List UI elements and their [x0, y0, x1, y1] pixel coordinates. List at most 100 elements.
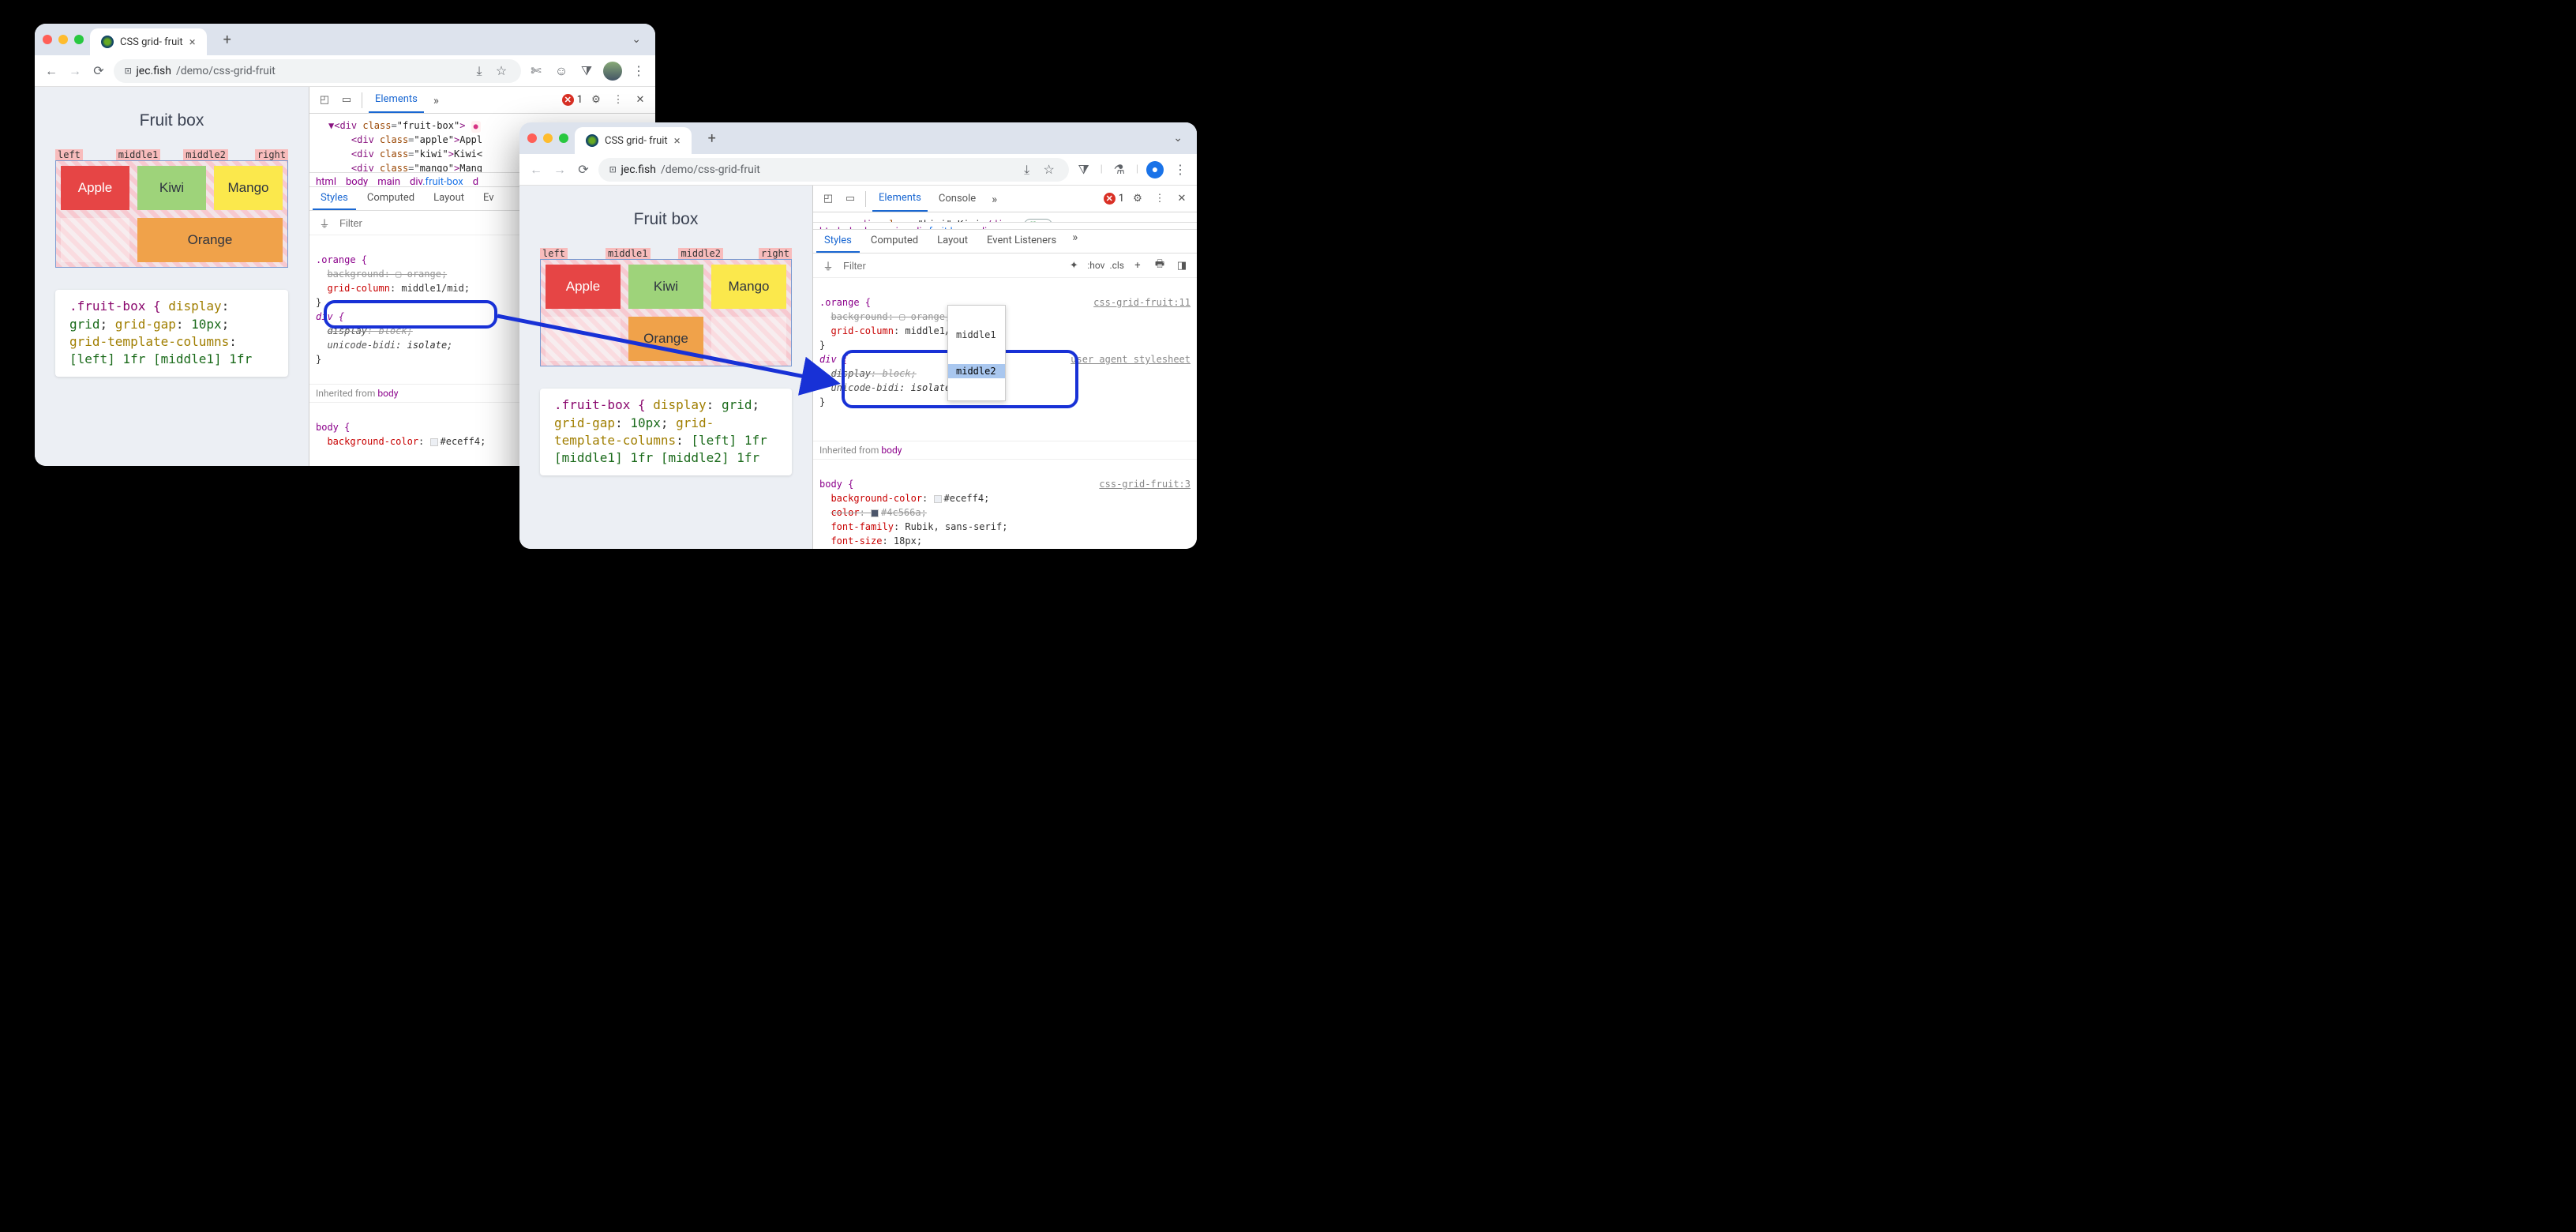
error-pill[interactable]: ✕ 1: [562, 94, 583, 106]
maximize-dot-icon[interactable]: [559, 133, 568, 143]
reload-icon[interactable]: ⟳: [90, 62, 107, 80]
cell-kiwi: Kiwi: [137, 166, 206, 210]
profile-avatar[interactable]: [603, 62, 622, 81]
labs-icon[interactable]: ⚗: [1111, 161, 1128, 178]
tabs-dropdown-icon[interactable]: ⌄: [625, 30, 647, 49]
tab-console[interactable]: Console: [932, 186, 982, 212]
extensions-icon[interactable]: ⧩: [578, 62, 595, 80]
browser-tab[interactable]: CSS grid- fruit ×: [575, 127, 692, 154]
funnel-icon[interactable]: ⏚: [819, 257, 837, 274]
new-tab-button[interactable]: +: [701, 127, 723, 149]
url-bar: ← → ⟳ ⊡ jec.fish/demo/css-grid-fruit ⤓ ☆…: [35, 55, 655, 87]
address-field[interactable]: ⊡ jec.fish/demo/css-grid-fruit ⤓ ☆: [114, 59, 521, 83]
titlebar: CSS grid- fruit × + ⌄: [519, 122, 1197, 154]
inspect-icon[interactable]: ◰: [316, 92, 333, 109]
close-dot-icon[interactable]: [43, 35, 52, 44]
scissors-icon[interactable]: ✄: [527, 62, 545, 80]
autocomplete-popup[interactable]: middle1 middle2: [947, 305, 1006, 401]
css-selector: .fruit-box {: [69, 299, 161, 314]
device-toggle-icon[interactable]: ▭: [842, 190, 859, 208]
back-icon[interactable]: ←: [43, 62, 60, 80]
hov-toggle[interactable]: :hov: [1087, 260, 1104, 271]
window-traffic-lights[interactable]: [43, 35, 84, 44]
tab-elements[interactable]: Elements: [369, 87, 424, 113]
window-traffic-lights[interactable]: [527, 133, 568, 143]
tabs-overflow-icon[interactable]: »: [429, 93, 444, 107]
maximize-dot-icon[interactable]: [74, 35, 84, 44]
url-path: /demo/css-grid-fruit: [661, 163, 760, 176]
ac-option[interactable]: middle1: [948, 328, 1005, 342]
url-host: jec.fish: [136, 65, 171, 77]
subtab-computed[interactable]: Computed: [359, 187, 422, 210]
grid-label-right: right: [255, 149, 288, 160]
install-app-icon[interactable]: ⤓: [471, 62, 488, 80]
subtab-styles[interactable]: Styles: [313, 187, 356, 210]
subtab-events[interactable]: Ev: [475, 187, 502, 210]
tabs-overflow-icon[interactable]: »: [987, 192, 1002, 206]
css-selector: .fruit-box {: [554, 397, 646, 412]
gear-icon[interactable]: ⚙: [587, 92, 605, 109]
styles-filter-row: ⏚ ✦ :hov .cls + 🖶 ◨: [813, 254, 1197, 278]
new-tab-button[interactable]: +: [216, 28, 238, 51]
error-count: 1: [577, 94, 583, 106]
page-heading: Fruit box: [55, 111, 288, 130]
panel-side-icon[interactable]: ◨: [1173, 257, 1191, 274]
forward-icon[interactable]: →: [551, 161, 568, 178]
url-host: jec.fish: [621, 163, 656, 176]
cls-toggle[interactable]: .cls: [1109, 260, 1124, 271]
tab-elements[interactable]: Elements: [872, 186, 928, 212]
gear-icon[interactable]: ⚙: [1129, 190, 1146, 208]
error-pill[interactable]: ✕ 1: [1104, 193, 1124, 205]
ai-sparkle-icon[interactable]: ✦: [1065, 257, 1082, 274]
extensions-icon[interactable]: ⧩: [1075, 161, 1093, 178]
subtab-layout[interactable]: Layout: [929, 230, 976, 253]
close-dot-icon[interactable]: [527, 133, 537, 143]
grid-label-middle1: middle1: [116, 149, 161, 160]
cell-kiwi: Kiwi: [628, 265, 703, 309]
close-devtools-icon[interactable]: ✕: [632, 92, 649, 109]
funnel-icon[interactable]: ⏚: [316, 214, 333, 231]
styles-filter-input[interactable]: [842, 259, 1060, 272]
kebab-menu-icon[interactable]: ⋮: [630, 62, 647, 80]
breadcrumb[interactable]: html body main div.fruit-box div.orange: [813, 222, 1197, 230]
subtab-computed[interactable]: Computed: [863, 230, 926, 253]
styles-pane-after[interactable]: .orange {css-grid-fruit:11 background: ▢…: [813, 278, 1197, 441]
bookmark-icon[interactable]: ☆: [493, 62, 510, 80]
bookmark-icon[interactable]: ☆: [1041, 161, 1058, 178]
kebab-icon[interactable]: ⋮: [609, 92, 627, 109]
install-app-icon[interactable]: ⤓: [1018, 161, 1036, 178]
reload-icon[interactable]: ⟳: [575, 161, 592, 178]
address-field[interactable]: ⊡ jec.fish/demo/css-grid-fruit ⤓ ☆: [598, 158, 1069, 182]
browser-tab[interactable]: CSS grid- fruit ×: [90, 28, 207, 55]
error-icon: ✕: [1104, 193, 1116, 205]
inspect-icon[interactable]: ◰: [819, 190, 837, 208]
kebab-menu-icon[interactable]: ⋮: [1172, 161, 1189, 178]
kebab-icon[interactable]: ⋮: [1151, 190, 1168, 208]
forward-icon[interactable]: →: [66, 62, 84, 80]
subtab-layout[interactable]: Layout: [426, 187, 472, 210]
subtab-events[interactable]: Event Listeners: [979, 230, 1064, 253]
styles-subtabs: Styles Computed Layout Event Listeners »: [813, 230, 1197, 254]
cell-blank: [546, 317, 621, 361]
robot-icon[interactable]: ☺: [553, 62, 570, 80]
tab-close-icon[interactable]: ×: [189, 35, 196, 49]
tab-close-icon[interactable]: ×: [674, 133, 681, 148]
page-heading: Fruit box: [540, 209, 792, 229]
back-icon[interactable]: ←: [527, 161, 545, 178]
ac-option[interactable]: middle2: [948, 364, 1005, 378]
subtabs-overflow-icon[interactable]: »: [1067, 230, 1082, 253]
device-toggle-icon[interactable]: ▭: [338, 92, 355, 109]
site-info-icon[interactable]: ⊡: [609, 163, 616, 176]
grid-label-right: right: [759, 248, 792, 259]
dom-tree[interactable]: <div class="kiwi">Kiwi</div> flex <div c…: [813, 212, 1197, 222]
close-devtools-icon[interactable]: ✕: [1173, 190, 1191, 208]
minimize-dot-icon[interactable]: [58, 35, 68, 44]
minimize-dot-icon[interactable]: [543, 133, 553, 143]
printer-icon[interactable]: 🖶: [1151, 257, 1168, 274]
subtab-styles[interactable]: Styles: [816, 230, 860, 253]
profile-avatar[interactable]: ●: [1146, 161, 1164, 178]
site-info-icon[interactable]: ⊡: [125, 65, 131, 77]
cell-apple: Apple: [61, 166, 129, 210]
plus-icon[interactable]: +: [1129, 257, 1146, 274]
tabs-dropdown-icon[interactable]: ⌄: [1167, 129, 1189, 148]
